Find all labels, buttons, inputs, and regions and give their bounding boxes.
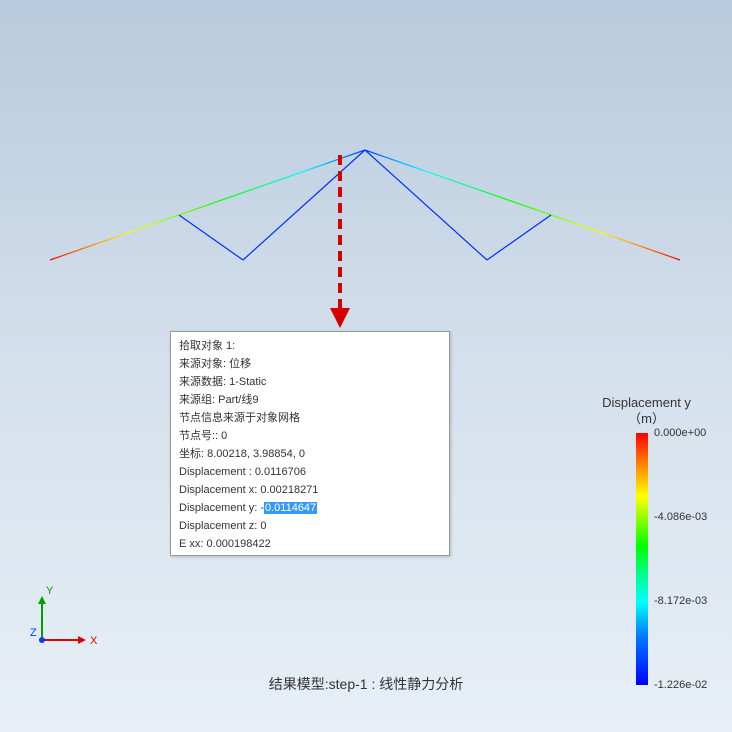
- color-legend: Displacement y （m） 0.000e+00 -4.086e-03 …: [579, 395, 714, 685]
- info-node-id: 节点号:: 0: [179, 427, 441, 445]
- info-mesh-note: 节点信息来源于对象网格: [179, 409, 441, 427]
- info-exy: E xy: 0: [179, 553, 441, 556]
- axis-z-label: Z: [30, 627, 37, 639]
- info-header: 拾取对象 1:: [179, 337, 441, 355]
- info-displacement-y: Displacement y: -0.0114647: [179, 499, 441, 517]
- legend-ticks: 0.000e+00 -4.086e-03 -8.172e-03 -1.226e-…: [648, 433, 712, 685]
- viewport-3d[interactable]: 拾取对象 1: 来源对象: 位移 来源数据: 1-Static 来源组: Par…: [0, 0, 732, 732]
- legend-title: Displacement y （m）: [579, 395, 714, 427]
- pick-info-tooltip: 拾取对象 1: 来源对象: 位移 来源数据: 1-Static 来源组: Par…: [170, 331, 450, 556]
- highlighted-value: 0.0114647: [264, 502, 317, 514]
- info-exx: E xx: 0.000198422: [179, 535, 441, 553]
- info-displacement: Displacement : 0.0116706: [179, 463, 441, 481]
- legend-colorbar: [636, 433, 648, 685]
- axis-triad: X Y Z: [30, 582, 100, 652]
- info-coord: 坐标: 8.00218, 3.98854, 0: [179, 445, 441, 463]
- info-source-group: 来源组: Part/线9: [179, 391, 441, 409]
- info-displacement-z: Displacement z: 0: [179, 517, 441, 535]
- info-displacement-x: Displacement x: 0.00218271: [179, 481, 441, 499]
- info-source-object: 来源对象: 位移: [179, 355, 441, 373]
- axis-y-label: Y: [46, 585, 54, 597]
- info-source-data: 来源数据: 1-Static: [179, 373, 441, 391]
- axis-x-label: X: [90, 635, 98, 647]
- displacement-arrow: [310, 150, 370, 330]
- result-model-label: 结果模型:step-1 : 线性静力分析: [0, 674, 732, 694]
